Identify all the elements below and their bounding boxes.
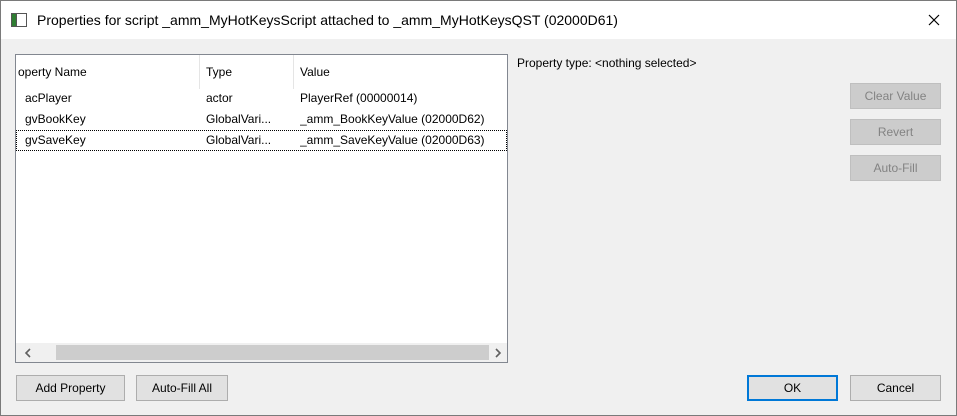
- table-row[interactable]: gvBookKey GlobalVari... _amm_BookKeyValu…: [16, 109, 507, 130]
- auto-fill-button[interactable]: Auto-Fill: [850, 155, 941, 181]
- cell-type: GlobalVari...: [206, 112, 272, 126]
- chevron-right-icon: [494, 347, 501, 358]
- column-header-type[interactable]: Type: [206, 55, 288, 89]
- cancel-button[interactable]: Cancel: [850, 375, 941, 401]
- cell-value: _amm_SaveKeyValue (02000D63): [300, 133, 485, 147]
- scroll-right-button[interactable]: [488, 343, 507, 362]
- cell-value: _amm_BookKeyValue (02000D62): [300, 112, 485, 126]
- window-title: Properties for script _amm_MyHotKeysScri…: [37, 12, 618, 28]
- revert-button[interactable]: Revert: [850, 119, 941, 145]
- properties-list[interactable]: operty Name Type Value acPlayer actor Pl…: [15, 54, 508, 363]
- table-row[interactable]: acPlayer actor PlayerRef (00000014): [16, 88, 507, 109]
- window-app-icon: [11, 13, 27, 27]
- column-separator[interactable]: [199, 55, 200, 89]
- cell-type: actor: [206, 91, 233, 105]
- horizontal-scrollbar[interactable]: [16, 343, 507, 362]
- clear-value-button[interactable]: Clear Value: [850, 83, 941, 109]
- ok-button[interactable]: OK: [747, 375, 838, 401]
- properties-dialog: Properties for script _amm_MyHotKeysScri…: [0, 0, 957, 416]
- cell-property-name: gvSaveKey: [25, 133, 86, 147]
- cell-type: GlobalVari...: [206, 133, 272, 147]
- cell-value: PlayerRef (00000014): [300, 91, 418, 105]
- add-property-button[interactable]: Add Property: [16, 375, 125, 401]
- list-header: operty Name Type Value: [16, 55, 507, 89]
- title-bar[interactable]: Properties for script _amm_MyHotKeysScri…: [1, 1, 956, 39]
- auto-fill-all-button[interactable]: Auto-Fill All: [136, 375, 228, 401]
- scroll-left-button[interactable]: [18, 343, 37, 362]
- column-header-value[interactable]: Value: [300, 55, 500, 89]
- property-type-label: Property type: <nothing selected>: [517, 56, 697, 70]
- close-button[interactable]: [911, 1, 957, 39]
- chevron-left-icon: [24, 347, 31, 358]
- cell-property-name: acPlayer: [25, 91, 72, 105]
- close-icon: [928, 14, 940, 26]
- scroll-thumb[interactable]: [56, 345, 489, 360]
- table-row[interactable]: gvSaveKey GlobalVari... _amm_SaveKeyValu…: [16, 130, 507, 151]
- column-separator[interactable]: [293, 55, 294, 89]
- cell-property-name: gvBookKey: [25, 112, 86, 126]
- column-header-property-name[interactable]: operty Name: [18, 55, 198, 89]
